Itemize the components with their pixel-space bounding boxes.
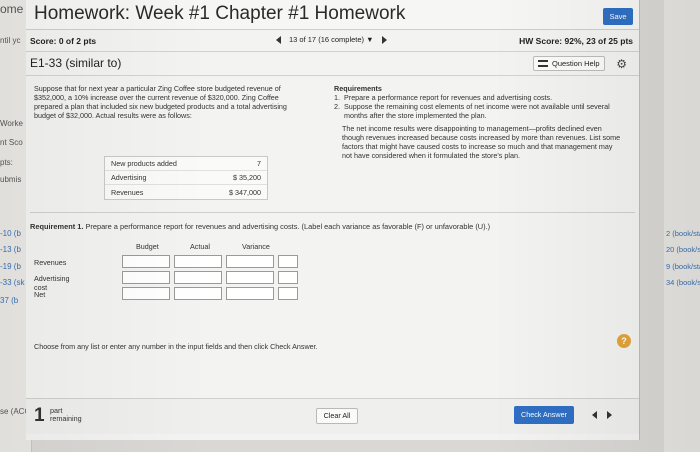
bg-link[interactable]: 2 (book/static) ( xyxy=(666,229,700,238)
advertising-actual-input[interactable] xyxy=(174,271,222,284)
bg-fragment: pts: xyxy=(0,158,13,167)
bg-fragment: ome xyxy=(0,2,24,16)
section-divider xyxy=(30,212,635,213)
requirement-1-label: Requirement 1. xyxy=(30,222,84,231)
requirement-1-text: Prepare a performance report for revenue… xyxy=(83,222,491,231)
bg-link[interactable]: -33 (sk xyxy=(0,278,24,287)
advertising-variance-input[interactable] xyxy=(226,271,274,284)
next-question-icon[interactable] xyxy=(607,411,612,419)
requirement-note: The net income results were disappointin… xyxy=(342,124,621,160)
net-actual-input[interactable] xyxy=(174,287,222,300)
revenues-variance-input[interactable] xyxy=(226,255,274,268)
row-label: New products added xyxy=(111,159,177,168)
hw-score: HW Score: 92%, 23 of 25 pts xyxy=(519,36,633,46)
requirement-number: 1. xyxy=(334,93,340,102)
question-score: Score: 0 of 2 pts xyxy=(30,36,97,46)
parts-remaining-count: 1 xyxy=(34,405,45,426)
prev-question-icon[interactable] xyxy=(276,35,281,44)
requirement-item: 2. Suppose the remaining cost elements o… xyxy=(334,102,622,120)
revenues-fu-select[interactable] xyxy=(278,255,298,268)
row-label: Revenues xyxy=(111,187,144,197)
col-header-variance: Variance xyxy=(242,242,270,251)
save-button[interactable]: Save xyxy=(603,8,633,25)
advertising-fu-select[interactable] xyxy=(278,271,298,284)
answer-footer: 1 part remaining Clear All Check Answer xyxy=(26,398,639,434)
question-bar: E1-33 (similar to) Question Help ⚙ xyxy=(26,52,639,76)
requirements-panel: Requirements 1. Prepare a performance re… xyxy=(334,84,622,160)
bg-link[interactable]: -10 (b xyxy=(0,229,21,238)
next-question-icon[interactable] xyxy=(381,35,387,44)
actual-results-table: New products added 7 Advertising $ 35,20… xyxy=(104,156,268,200)
bg-fragment: nt Sco xyxy=(0,138,23,147)
instruction-hint: Choose from any list or enter any number… xyxy=(34,342,318,351)
revenues-actual-input[interactable] xyxy=(174,255,222,268)
gear-icon[interactable]: ⚙ xyxy=(616,57,627,71)
footer-navigator xyxy=(592,411,612,419)
row-label: Revenues xyxy=(34,258,67,267)
requirement-text: Prepare a performance report for revenue… xyxy=(344,93,553,102)
question-navigator: 13 of 17 (16 complete) ▼ xyxy=(276,35,387,44)
revenues-budget-input[interactable] xyxy=(122,255,170,268)
requirement-item: 1. Prepare a performance report for reve… xyxy=(334,93,622,102)
question-progress-dropdown[interactable]: 13 of 17 (16 complete) ▼ xyxy=(289,35,374,44)
col-header-actual: Actual xyxy=(190,242,210,251)
net-budget-input[interactable] xyxy=(122,287,170,300)
bg-link[interactable]: 9 (book/static) ( xyxy=(666,262,700,271)
bg-link[interactable]: -19 (b xyxy=(0,262,21,271)
bg-link[interactable]: -13 (b xyxy=(0,245,21,254)
requirements-heading: Requirements xyxy=(334,84,382,93)
net-fu-select[interactable] xyxy=(278,287,298,300)
table-row: Advertising $ 35,200 xyxy=(105,171,267,185)
bg-fragment: ntil yc xyxy=(0,36,21,45)
row-value: $ 35,200 xyxy=(233,173,261,182)
requirement-text: Suppose the remaining cost elements of n… xyxy=(344,102,610,120)
question-help-button[interactable]: Question Help xyxy=(533,56,605,71)
row-label: Net xyxy=(34,290,46,299)
parts-remaining-label: part remaining xyxy=(50,407,82,423)
menu-icon xyxy=(538,60,548,67)
problem-statement: Suppose that for next year a particular … xyxy=(34,84,287,120)
score-bar: Score: 0 of 2 pts 13 of 17 (16 complete)… xyxy=(26,30,639,52)
requirement-number: 2. xyxy=(334,102,340,111)
row-value: 7 xyxy=(257,159,261,168)
bg-fragment: ubmis xyxy=(0,175,22,184)
help-question-icon[interactable]: ? xyxy=(617,334,631,348)
parts-label-line: remaining xyxy=(50,414,82,423)
bg-link[interactable]: 20 (book/static) xyxy=(666,245,700,254)
net-variance-input[interactable] xyxy=(226,287,274,300)
title-bar: Homework: Week #1 Chapter #1 Homework Sa… xyxy=(26,0,639,30)
page-title: Homework: Week #1 Chapter #1 Homework xyxy=(34,3,406,24)
homework-dialog: Homework: Week #1 Chapter #1 Homework Sa… xyxy=(26,0,640,440)
requirement-1-prompt: Requirement 1. Prepare a performance rep… xyxy=(30,222,490,231)
caret-down-icon: ▼ xyxy=(366,35,374,44)
bg-link[interactable]: 37 (b xyxy=(0,296,18,305)
check-answer-button[interactable]: Check Answer xyxy=(514,406,574,424)
prev-question-icon[interactable] xyxy=(592,411,597,419)
bg-link[interactable]: 34 (book/static) ( xyxy=(666,278,700,287)
background-right-panel: 2 (book/static) ( 20 (book/static) 9 (bo… xyxy=(664,0,700,452)
advertising-budget-input[interactable] xyxy=(122,271,170,284)
col-header-budget: Budget xyxy=(136,242,159,251)
clear-all-button[interactable]: Clear All xyxy=(316,408,358,424)
row-value: $ 347,000 xyxy=(229,187,261,197)
table-row: Revenues $ 347,000 xyxy=(105,185,267,199)
bg-fragment: Worke xyxy=(0,119,23,128)
row-label: Advertising xyxy=(111,173,147,182)
question-help-label: Question Help xyxy=(552,59,600,68)
question-progress-text: 13 of 17 (16 complete) xyxy=(289,35,365,44)
table-row: New products added 7 xyxy=(105,157,267,171)
question-content: Suppose that for next year a particular … xyxy=(26,76,639,396)
question-title: E1-33 (similar to) xyxy=(30,56,122,70)
